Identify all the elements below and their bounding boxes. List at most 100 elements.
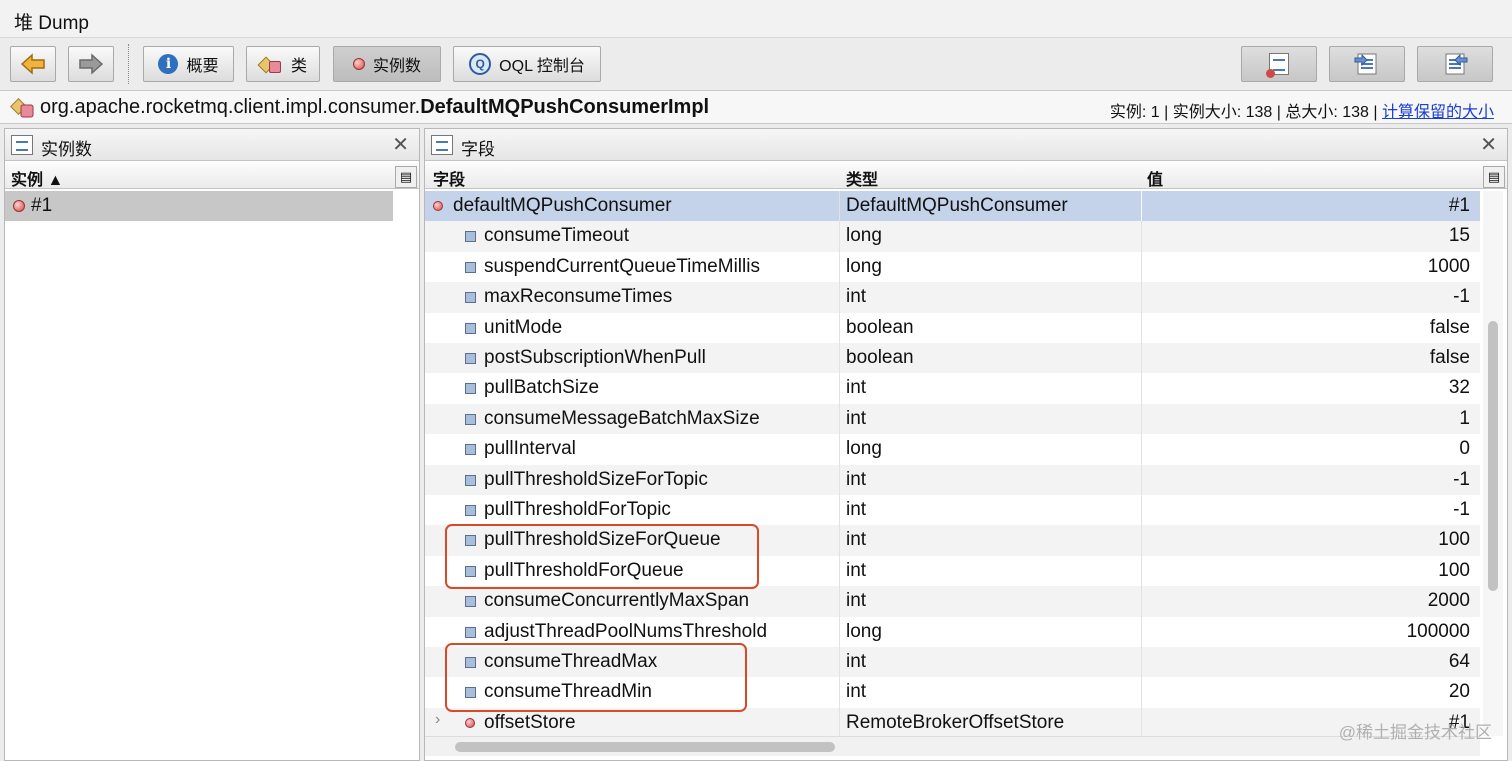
vertical-scrollbar[interactable] bbox=[1483, 191, 1503, 736]
field-name: maxReconsumeTimes bbox=[484, 286, 673, 308]
fields-panel-header: 字段 ✕ bbox=[425, 129, 1507, 161]
scrollbar-thumb[interactable] bbox=[1488, 321, 1498, 591]
instances-button[interactable]: 实例数 bbox=[333, 46, 441, 82]
field-type: RemoteBrokerOffsetStore bbox=[846, 711, 1065, 733]
forward-button[interactable] bbox=[68, 46, 114, 82]
instances-panel: 实例数 ✕ 实例 ▲ ▤ #1 bbox=[4, 128, 420, 761]
instance-icon bbox=[352, 58, 365, 70]
column-chooser-icon[interactable]: ▤ bbox=[1483, 166, 1505, 188]
table-row[interactable]: pullBatchSize int 32 bbox=[425, 373, 1480, 404]
column-divider bbox=[1141, 525, 1142, 556]
split-view-icon bbox=[1445, 53, 1468, 75]
primitive-field-icon bbox=[465, 292, 476, 304]
instances-column-header[interactable]: 实例 ▲ ▤ bbox=[5, 163, 419, 189]
class-icon bbox=[10, 97, 36, 124]
field-type: int bbox=[846, 681, 867, 703]
field-value: 1 bbox=[1459, 407, 1470, 429]
field-name: offsetStore bbox=[484, 711, 576, 733]
primitive-field-icon bbox=[465, 596, 476, 608]
highlight-box-thread-pool bbox=[445, 643, 747, 712]
table-row[interactable]: › offsetStore RemoteBrokerOffsetStore #1 bbox=[425, 707, 1480, 736]
table-row[interactable]: suspendCurrentQueueTimeMillis long 1000 bbox=[425, 251, 1480, 283]
instance-row[interactable]: #1 bbox=[5, 191, 393, 221]
close-icon[interactable]: ✕ bbox=[1480, 132, 1497, 157]
column-divider bbox=[839, 434, 840, 465]
table-row[interactable]: defaultMQPushConsumer DefaultMQPushConsum… bbox=[425, 191, 1480, 222]
scrollbar-thumb[interactable] bbox=[455, 742, 835, 752]
column-divider bbox=[839, 191, 840, 222]
class-icon bbox=[257, 54, 283, 74]
fields-panel-icon bbox=[431, 135, 453, 155]
field-value: 100 bbox=[1438, 529, 1470, 551]
field-type: int bbox=[846, 651, 867, 672]
table-row[interactable]: pullInterval long 0 bbox=[425, 434, 1480, 465]
toolbar: i 概要 类 实例数 Q OQL 控制台 bbox=[0, 38, 1512, 90]
classes-button[interactable]: 类 bbox=[246, 46, 320, 82]
back-button[interactable] bbox=[10, 46, 56, 82]
table-row[interactable]: postSubscriptionWhenPull boolean false bbox=[425, 343, 1480, 374]
fields-view-icon bbox=[1266, 53, 1289, 78]
references-icon bbox=[1354, 53, 1377, 75]
compute-retained-size-link[interactable]: 计算保留的大小 bbox=[1382, 104, 1494, 121]
close-icon[interactable]: ✕ bbox=[392, 132, 409, 157]
field-type: boolean bbox=[846, 347, 914, 368]
value-column-header[interactable]: 值 bbox=[1147, 166, 1163, 190]
table-row[interactable]: unitMode boolean false bbox=[425, 312, 1480, 343]
table-row[interactable]: consumeTimeout long 15 bbox=[425, 221, 1480, 252]
summary-button[interactable]: i 概要 bbox=[143, 46, 234, 82]
field-type: int bbox=[846, 407, 867, 429]
field-name: pullThresholdForTopic bbox=[484, 499, 671, 520]
column-divider bbox=[839, 464, 840, 495]
column-divider bbox=[839, 495, 840, 526]
class-breadcrumb-bar: org.apache.rocketmq.client.impl.consumer… bbox=[0, 90, 1512, 124]
column-divider bbox=[1141, 251, 1142, 283]
field-value: 0 bbox=[1459, 438, 1470, 460]
column-divider bbox=[839, 251, 840, 283]
object-instance-icon bbox=[433, 201, 443, 211]
table-row[interactable]: consumeMessageBatchMaxSize int 1 bbox=[425, 403, 1480, 435]
field-type: boolean bbox=[846, 316, 914, 338]
oql-console-button[interactable]: Q OQL 控制台 bbox=[453, 46, 601, 82]
primitive-field-icon bbox=[465, 261, 476, 273]
class-name: org.apache.rocketmq.client.impl.consumer… bbox=[40, 96, 709, 119]
column-divider bbox=[839, 707, 840, 736]
field-value: -1 bbox=[1453, 286, 1470, 308]
column-divider bbox=[839, 403, 840, 435]
field-name: consumeTimeout bbox=[484, 225, 630, 247]
field-column-header[interactable]: 字段 bbox=[433, 166, 465, 190]
column-divider bbox=[1141, 495, 1142, 526]
primitive-field-icon bbox=[465, 626, 476, 638]
column-divider bbox=[1141, 647, 1142, 678]
object-instance-icon bbox=[465, 717, 475, 728]
table-row[interactable]: pullThresholdForTopic int -1 bbox=[425, 495, 1480, 526]
column-divider bbox=[839, 312, 840, 343]
oql-icon: Q bbox=[469, 53, 492, 75]
view-references-button[interactable] bbox=[1329, 46, 1405, 82]
field-value[interactable]: #1 bbox=[1449, 195, 1470, 217]
expand-chevron-icon[interactable]: › bbox=[435, 711, 440, 729]
column-divider bbox=[1141, 191, 1142, 222]
highlight-box-queue-thresholds bbox=[445, 524, 759, 589]
field-name: adjustThreadPoolNumsThreshold bbox=[484, 620, 768, 642]
view-fields-button[interactable] bbox=[1241, 46, 1317, 82]
view-split-button[interactable] bbox=[1417, 46, 1493, 82]
info-icon: i bbox=[158, 54, 179, 74]
horizontal-scrollbar[interactable] bbox=[425, 736, 1480, 756]
table-row[interactable]: maxReconsumeTimes int -1 bbox=[425, 282, 1480, 313]
primitive-field-icon bbox=[465, 505, 476, 516]
field-value: 2000 bbox=[1427, 590, 1470, 612]
type-column-header[interactable]: 类型 bbox=[846, 166, 878, 190]
primitive-field-icon bbox=[465, 322, 476, 334]
field-name: pullBatchSize bbox=[484, 377, 600, 399]
field-value: 100 bbox=[1438, 559, 1470, 581]
table-row[interactable]: consumeConcurrentlyMaxSpan int 2000 bbox=[425, 586, 1480, 617]
primitive-field-icon bbox=[465, 231, 476, 243]
instance-icon bbox=[13, 200, 25, 212]
column-divider bbox=[839, 221, 840, 252]
toolbar-separator bbox=[128, 44, 129, 84]
field-value: 20 bbox=[1448, 681, 1470, 703]
column-chooser-icon[interactable]: ▤ bbox=[395, 166, 417, 188]
table-row[interactable]: pullThresholdSizeForTopic int -1 bbox=[425, 464, 1480, 495]
column-divider bbox=[1141, 616, 1142, 647]
field-name: suspendCurrentQueueTimeMillis bbox=[484, 255, 760, 277]
